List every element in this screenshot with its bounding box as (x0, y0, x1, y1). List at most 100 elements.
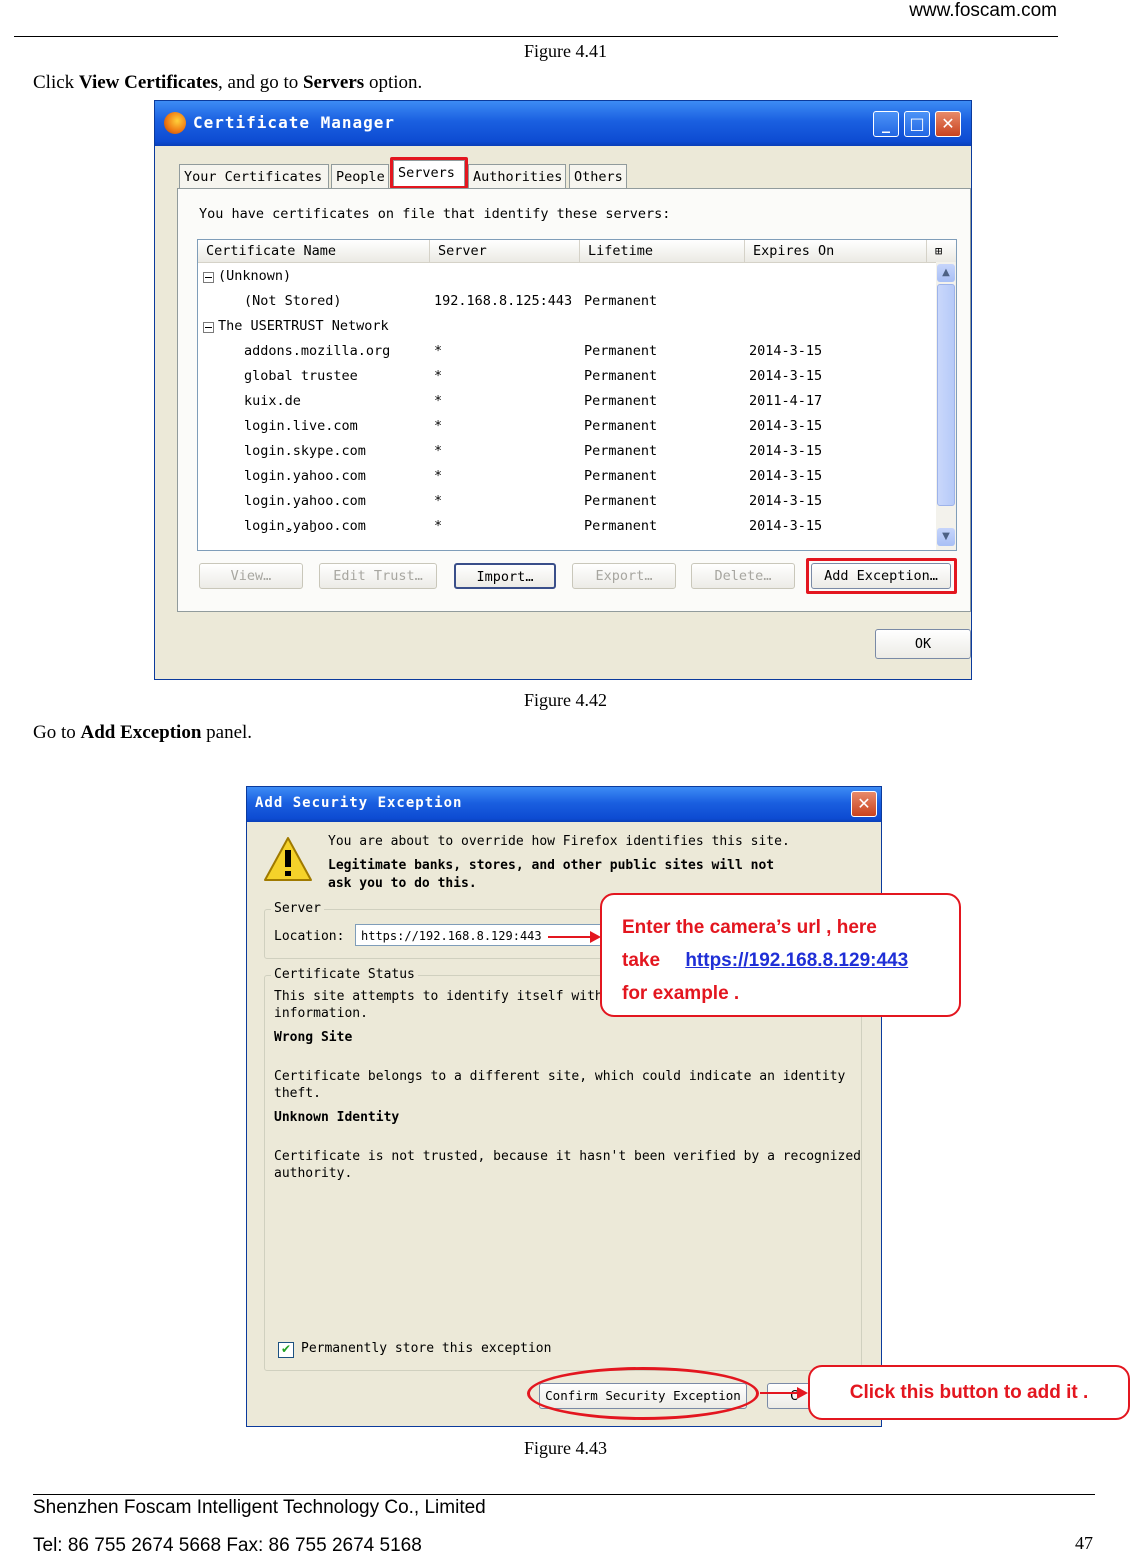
close-icon[interactable]: ✕ (935, 111, 961, 137)
url-callout-line-1: Enter the camera’s url , here (622, 917, 877, 938)
cell-lifetime: Permanent (584, 393, 658, 409)
cell-server: 192.168.8.125:443 (434, 293, 573, 309)
group-name: (Unknown) (218, 268, 292, 284)
url-arrow-line (548, 936, 592, 938)
delete-button[interactable]: Delete… (691, 563, 795, 589)
wrong-site-desc-1: Certificate belongs to a different site,… (274, 1069, 846, 1084)
cell-server: * (434, 418, 443, 434)
button-arrowhead-icon (797, 1387, 808, 1399)
column-expires-on[interactable]: Expires On (745, 240, 927, 262)
collapse-icon[interactable] (203, 272, 214, 283)
partial-row: mail.google.com * Permanent 2014-3-15 (198, 529, 933, 539)
unknown-identity-desc-2: authority. (274, 1166, 353, 1181)
instruction-bold: View Certificates (78, 72, 219, 93)
permanently-store-label[interactable]: Permanently store this exception (301, 1341, 551, 1356)
cell-lifetime: Permanent (584, 418, 658, 434)
location-input[interactable]: https://192.168.8.129:443 (355, 924, 615, 946)
cell-name: addons.mozilla.org (244, 343, 391, 359)
footer-rule (33, 1494, 1095, 1495)
cell-lifetime: Permanent (584, 343, 658, 359)
scroll-up-icon[interactable]: ▲ (937, 264, 955, 282)
tab-your-certificates[interactable]: Your Certificates (179, 164, 329, 188)
scroll-thumb[interactable] (937, 284, 955, 506)
column-server[interactable]: Server (430, 240, 580, 262)
cell-name: kuix.de (244, 393, 301, 409)
cell-lifetime: Permanent (584, 443, 658, 459)
footer-company: Shenzhen Foscam Intelligent Technology C… (33, 1497, 486, 1518)
cell-server: * (434, 343, 443, 359)
instruction-text: option. (364, 72, 423, 93)
url-callout-link[interactable]: https://192.168.8.129:443 (685, 950, 908, 971)
close-icon[interactable]: ✕ (851, 791, 877, 817)
maximize-icon[interactable]: □ (904, 111, 930, 137)
tab-people[interactable]: People (331, 164, 389, 188)
cell-expires: 2014-3-15 (749, 418, 823, 434)
cell-name: global trustee (244, 368, 358, 384)
cell-expires: 2014-3-15 (749, 493, 823, 509)
cell-server: * (434, 493, 443, 509)
instruction-bold: Add Exception (80, 722, 202, 743)
tab-authorities[interactable]: Authorities (468, 164, 566, 188)
firefox-icon (164, 112, 186, 134)
certificate-manager-window: Certificate Manager _ □ ✕ Your Certifica… (154, 100, 972, 680)
table-row[interactable]: login.skype.com * Permanent 2014-3-15 (198, 439, 933, 464)
window-title: Certificate Manager (193, 113, 396, 132)
cell-lifetime: Permanent (584, 468, 658, 484)
header-rule (14, 36, 1058, 37)
group-row[interactable]: The USERTRUST Network (198, 314, 933, 339)
column-certificate-name[interactable]: Certificate Name (198, 240, 430, 262)
cell-lifetime: Permanent (584, 493, 658, 509)
instruction-text: panel. (201, 722, 253, 743)
cell-expires: 2014-3-15 (749, 468, 823, 484)
unknown-identity-desc-1: Certificate is not trusted, because it h… (274, 1149, 861, 1164)
table-row[interactable]: login.yahoo.com * Permanent 2014-3-15 (198, 464, 933, 489)
export-button[interactable]: Export… (572, 563, 676, 589)
cell-name: (Not Stored) (244, 293, 342, 309)
certificate-list[interactable]: Certificate Name Server Lifetime Expires… (197, 239, 957, 551)
ok-button[interactable]: OK (875, 629, 971, 659)
cell-name: login.yahoo.com (244, 468, 366, 484)
table-row[interactable]: login.live.com * Permanent 2014-3-15 (198, 414, 933, 439)
cell-name: login.yahoo.com (244, 493, 366, 509)
button-callout: Click this button to add it . (808, 1365, 1130, 1420)
table-row[interactable]: (Not Stored) 192.168.8.125:443 Permanent (198, 289, 933, 314)
warning-line-1: You are about to override how Firefox id… (328, 834, 790, 849)
vertical-scrollbar[interactable]: ▲ ▼ (936, 262, 956, 550)
column-lifetime[interactable]: Lifetime (580, 240, 745, 262)
warning-line-3: ask you to do this. (328, 876, 477, 891)
url-callout-line-3: for example . (622, 983, 740, 1004)
instruction-add-exception: Go to Add Exception panel. (33, 722, 252, 744)
minimize-icon[interactable]: _ (873, 111, 899, 137)
title-bar: Certificate Manager _ □ ✕ (155, 101, 971, 146)
table-row[interactable]: login.yahoo.com * Permanent 2014-3-15 (198, 489, 933, 514)
list-header: Certificate Name Server Lifetime Expires… (198, 240, 956, 263)
column-picker-icon[interactable]: ⊞ (927, 240, 956, 262)
table-row[interactable]: addons.mozilla.org * Permanent 2014-3-15 (198, 339, 933, 364)
table-row[interactable]: global trustee * Permanent 2014-3-15 (198, 364, 933, 389)
cell-name: login.skype.com (244, 443, 366, 459)
confirm-button-highlight (527, 1367, 759, 1420)
edit-trust-button[interactable]: Edit Trust… (319, 563, 437, 589)
warning-line-2: Legitimate banks, stores, and other publ… (328, 858, 775, 873)
figure-4-41-caption: Figure 4.41 (524, 41, 607, 61)
server-group-label: Server (271, 901, 324, 916)
table-row[interactable]: kuix.de * Permanent 2011-4-17 (198, 389, 933, 414)
cell-server: * (434, 468, 443, 484)
group-name: The USERTRUST Network (218, 318, 389, 334)
header-website[interactable]: www.foscam.com (909, 0, 1057, 22)
cell-server: * (434, 393, 443, 409)
cell-server: * (434, 368, 443, 384)
import-button[interactable]: Import… (454, 563, 556, 589)
group-row[interactable]: (Unknown) (198, 264, 933, 289)
status-line-2: information. (274, 1006, 368, 1021)
add-exception-highlight (806, 558, 957, 594)
instruction-text: , and go to (218, 72, 303, 93)
scroll-down-icon[interactable]: ▼ (937, 528, 955, 546)
collapse-icon[interactable] (203, 322, 214, 333)
instruction-text: Go to (33, 722, 81, 743)
tab-others[interactable]: Others (569, 164, 627, 188)
cell-name: login.live.com (244, 418, 358, 434)
permanently-store-checkbox[interactable]: ✔ (278, 1342, 294, 1358)
view-button[interactable]: View… (199, 563, 303, 589)
certificate-status-label: Certificate Status (271, 967, 418, 982)
